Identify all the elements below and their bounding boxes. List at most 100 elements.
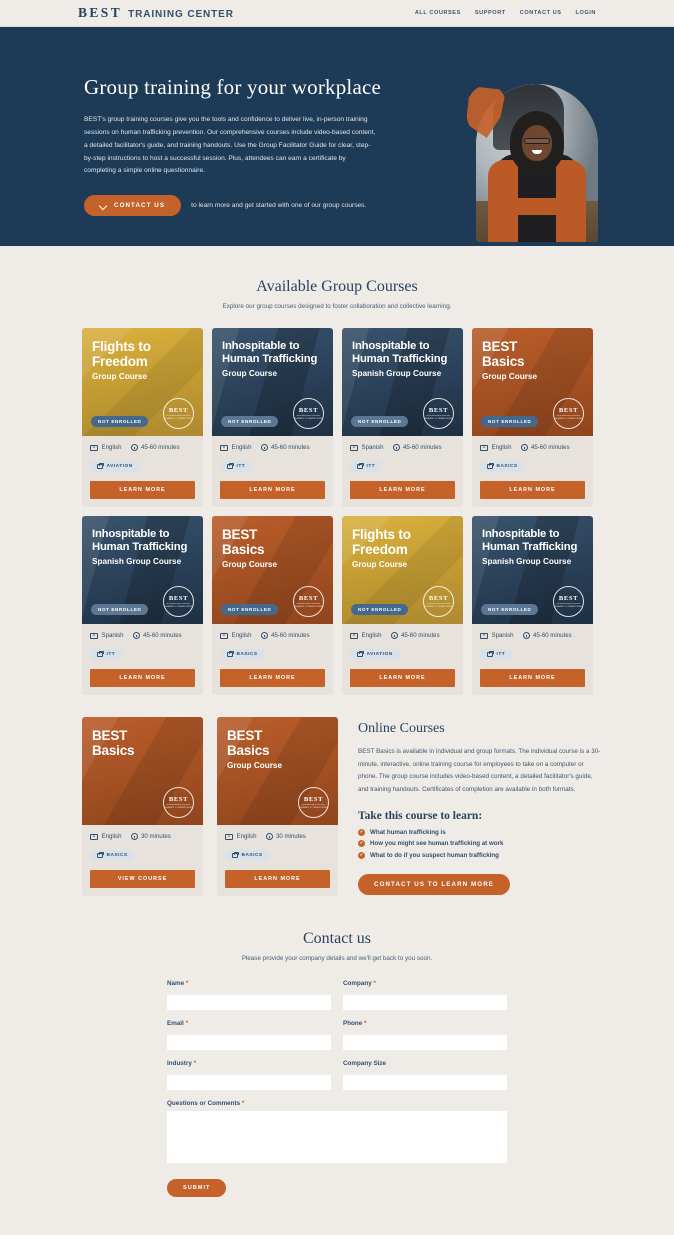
logo-best-text: BEST [78,5,123,20]
course-card[interactable]: Flights to Freedom Group Course NOT ENROLLE… [82,328,203,508]
course-card-subtitle: Group Course [92,372,148,382]
course-card-title: Inhospitable to Human Trafficking [482,528,578,553]
briefcase-icon [227,463,235,470]
online-courses-block: Online Courses BEST Basics is available … [352,717,604,896]
course-duration-label: 45-60 minutes [533,632,572,640]
course-card-title: BEST Basics [92,728,135,758]
course-category-tag: ITT [220,461,253,473]
course-card-art: Inhospitable to Human Trafficking Spanish … [82,516,203,625]
course-language: A English [225,833,257,840]
course-card-subtitle: Spanish Group Course [352,368,442,378]
course-card-action-button[interactable]: VIEW COURSE [90,870,195,889]
course-card[interactable]: Flights to Freedom Group Course NOT ENROLLE… [342,516,463,696]
course-card[interactable]: Inhospitable to Human Trafficking Spanish … [82,516,203,696]
required-marker: * [373,980,376,988]
course-duration-label: 45-60 minutes [403,444,442,452]
course-language: A English [90,444,122,451]
course-card-action-button[interactable]: LEARN MORE [350,481,455,500]
course-card-action-button[interactable]: LEARN MORE [350,669,455,688]
field-email: Email * [167,1020,331,1051]
course-card[interactable]: BEST Basics Group Course BEST BUSINESSES END… [217,717,338,897]
course-card[interactable]: BEST Basics BEST BUSINESSES ENDING SLAVERY &… [82,717,203,897]
courses-section-title: Available Group Courses [256,278,418,296]
course-duration-label: 45-60 minutes [141,444,180,452]
course-duration-label: 30 minutes [276,833,306,841]
course-duration-label: 45-60 minutes [271,444,310,452]
hero-cta-note: to learn more and get started with one o… [191,202,367,210]
enrollment-badge: NOT ENROLLED [221,416,279,428]
submit-button[interactable]: SUBMIT [167,1179,227,1198]
take-course-to-learn-title: Take this course to learn: [358,809,483,822]
course-card[interactable]: Inhospitable to Human Trafficking Spanish … [342,328,463,508]
enrollment-badge: NOT ENROLLED [481,604,539,616]
course-duration: 45-60 minutes [260,444,310,452]
field-industry: Industry * [167,1060,331,1091]
course-duration: 45-60 minutes [132,632,182,640]
email-input[interactable] [167,1035,331,1051]
learn-list-item-label: What to do if you suspect human traffick… [370,851,499,859]
hero-contact-us-button[interactable]: CONTACT US [84,195,182,217]
nav-item-support[interactable]: SUPPORT [475,10,506,16]
course-card-action-button[interactable]: LEARN MORE [90,669,195,688]
briefcase-icon [487,651,495,658]
questions-textarea[interactable] [167,1111,507,1164]
course-card-body: A English 45-60 minutes ITT LEARN MORE [212,436,333,507]
nav-item-contact-us[interactable]: CONTACT US [520,10,562,16]
learn-list: ✓ What human trafficking is ✓ How you might… [358,828,604,859]
hero-title: Group training for your workplace [84,75,382,99]
course-card-action-button[interactable]: LEARN MORE [480,669,585,688]
industry-input[interactable] [167,1075,331,1091]
course-language-label: English [101,444,122,452]
course-card-title: Inhospitable to Human Trafficking [352,340,448,365]
clock-icon [260,632,268,640]
clock-icon [520,444,528,452]
course-card[interactable]: BEST Basics Group Course NOT ENROLLED BEST BU… [212,516,333,696]
best-seal-icon: BEST BUSINESSES ENDING SLAVERY & TRAFFICKI… [298,787,329,819]
course-language: A English [220,632,252,639]
course-card-subtitle: Group Course [482,372,538,382]
briefcase-icon [487,463,495,470]
clock-icon [130,833,138,841]
language-icon: A [225,833,233,840]
course-duration-label: 45-60 minutes [271,632,310,640]
course-card[interactable]: Inhospitable to Human Trafficking Spanish … [472,516,593,696]
phone-input[interactable] [343,1035,507,1051]
course-card-art: Inhospitable to Human Trafficking Group Co… [212,328,333,437]
course-duration: 30 minutes [130,833,171,841]
language-icon: A [350,632,358,639]
course-card-body: A English 45-60 minutes BASICS LEARN MORE [472,436,593,507]
nav-item-all-courses[interactable]: ALL COURSES [415,10,461,16]
briefcase-icon [357,463,365,470]
course-card-body: A Spanish 45-60 minutes ITT LEARN MORE [472,624,593,695]
course-card-action-button[interactable]: LEARN MORE [90,481,195,500]
course-card-art: BEST Basics Group Course NOT ENROLLED BEST BU… [212,516,333,625]
course-card-action-button[interactable]: LEARN MORE [220,669,325,688]
course-duration-label: 45-60 minutes [143,632,182,640]
course-card-body: A English 45-60 minutes BASICS LEARN MORE [212,624,333,695]
course-card-action-button[interactable]: LEARN MORE [480,481,585,500]
course-card-action-button[interactable]: LEARN MORE [220,481,325,500]
course-card[interactable]: BEST Basics Group Course NOT ENROLLED BEST BU… [472,328,593,508]
course-card[interactable]: Inhospitable to Human Trafficking Group Co… [212,328,333,508]
course-category-tag: BASICS [220,649,265,661]
online-contact-us-button[interactable]: CONTACT US TO LEARN MORE [358,873,511,895]
course-language: A Spanish [90,632,124,639]
course-card-action-button[interactable]: LEARN MORE [225,870,330,889]
learn-list-item: ✓ How you might see human trafficking at … [358,840,604,848]
name-input[interactable] [167,995,331,1011]
phone-label: Phone * [343,1020,367,1028]
learn-list-item: ✓ What to do if you suspect human traffic… [358,851,604,859]
course-language: A English [90,833,122,840]
field-company-size: Company Size [343,1060,507,1091]
main-nav: ALL COURSES SUPPORT CONTACT US LOGIN [415,10,596,16]
course-language-label: English [231,444,252,452]
field-name: Name * [167,980,331,1011]
brand-logo[interactable]: BEST TRAINING CENTER [78,5,234,21]
best-seal-icon: BEST BUSINESSES ENDING SLAVERY & TRAFFICKI… [423,586,454,618]
course-language: A Spanish [480,632,514,639]
company-input[interactable] [343,995,507,1011]
company-size-input[interactable] [343,1075,507,1091]
course-card-subtitle: Spanish Group Course [92,556,182,566]
industry-label: Industry * [167,1060,197,1068]
nav-item-login[interactable]: LOGIN [576,10,596,16]
